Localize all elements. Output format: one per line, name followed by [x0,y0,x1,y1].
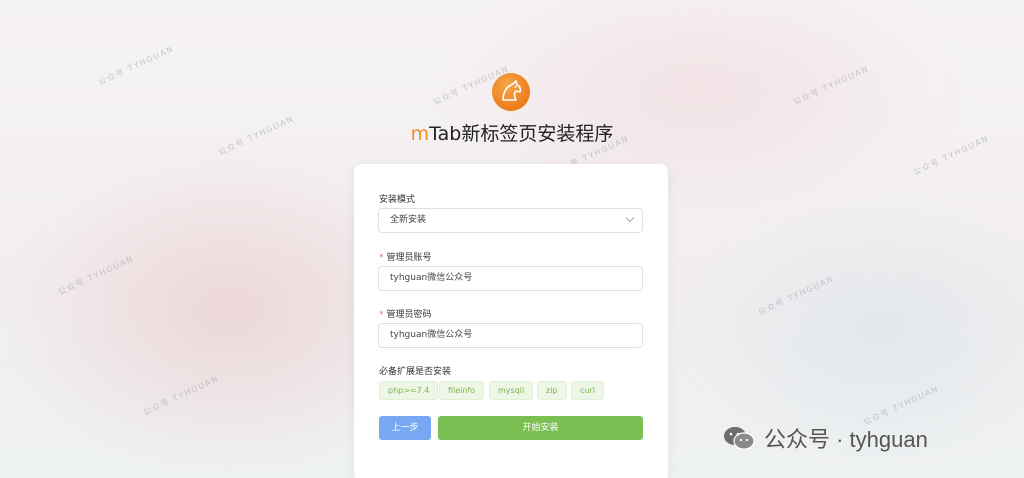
chevron-down-icon [625,213,635,223]
required-mark: * [379,253,384,263]
watermark-text: 公众号 TYHGUAN [96,44,176,87]
required-mark: * [379,310,384,320]
install-form-card: 安装模式 全新安装 * 管理员账号 tyhguan微信公众号 * 管理员密码 tyh… [354,164,668,478]
prev-step-button[interactable]: 上一步 [379,416,431,440]
install-mode-label: 安装模式 [379,195,416,205]
extensions-label: 必备扩展是否安装 [379,367,452,377]
page-title: mTab新标签页安装程序 [0,119,1024,146]
install-mode-value: 全新安装 [390,215,427,225]
admin-account-label: * 管理员账号 [379,250,432,263]
extension-tag-zip: zip [537,381,567,400]
admin-account-value: tyhguan微信公众号 [390,273,473,283]
install-mode-select[interactable]: 全新安装 [378,208,643,233]
wechat-icon [724,427,755,450]
admin-account-input[interactable]: tyhguan微信公众号 [378,266,643,291]
admin-password-input[interactable]: tyhguan微信公众号 [378,323,643,348]
title-prefix: m [410,123,430,145]
admin-password-value: tyhguan微信公众号 [390,330,473,340]
admin-account-label-text: 管理员账号 [386,253,432,263]
watermark-text: 公众号 TYHGUAN [791,64,871,107]
extension-tag-php: php>=7.4 [379,381,439,400]
extension-tag-mysqli: mysqli [489,381,534,400]
extension-tag-fileinfo: fileinfo [439,381,485,400]
title-text: Tab新标签页安装程序 [429,123,614,145]
watermark-text: 公众号 TYHGUAN [756,274,836,317]
mtab-logo-icon [492,73,530,111]
watermark-text: 公众号 TYHGUAN [56,254,136,297]
watermark-text: 公众号 TYHGUAN [141,374,221,417]
admin-password-label: * 管理员密码 [379,307,432,320]
admin-password-label-text: 管理员密码 [386,310,432,320]
extension-tag-curl: curl [571,381,604,400]
start-install-button[interactable]: 开始安装 [438,416,643,440]
brand-watermark: 公众号 · tyhguan [722,424,928,452]
brand-text: 公众号 · tyhguan [764,427,928,452]
